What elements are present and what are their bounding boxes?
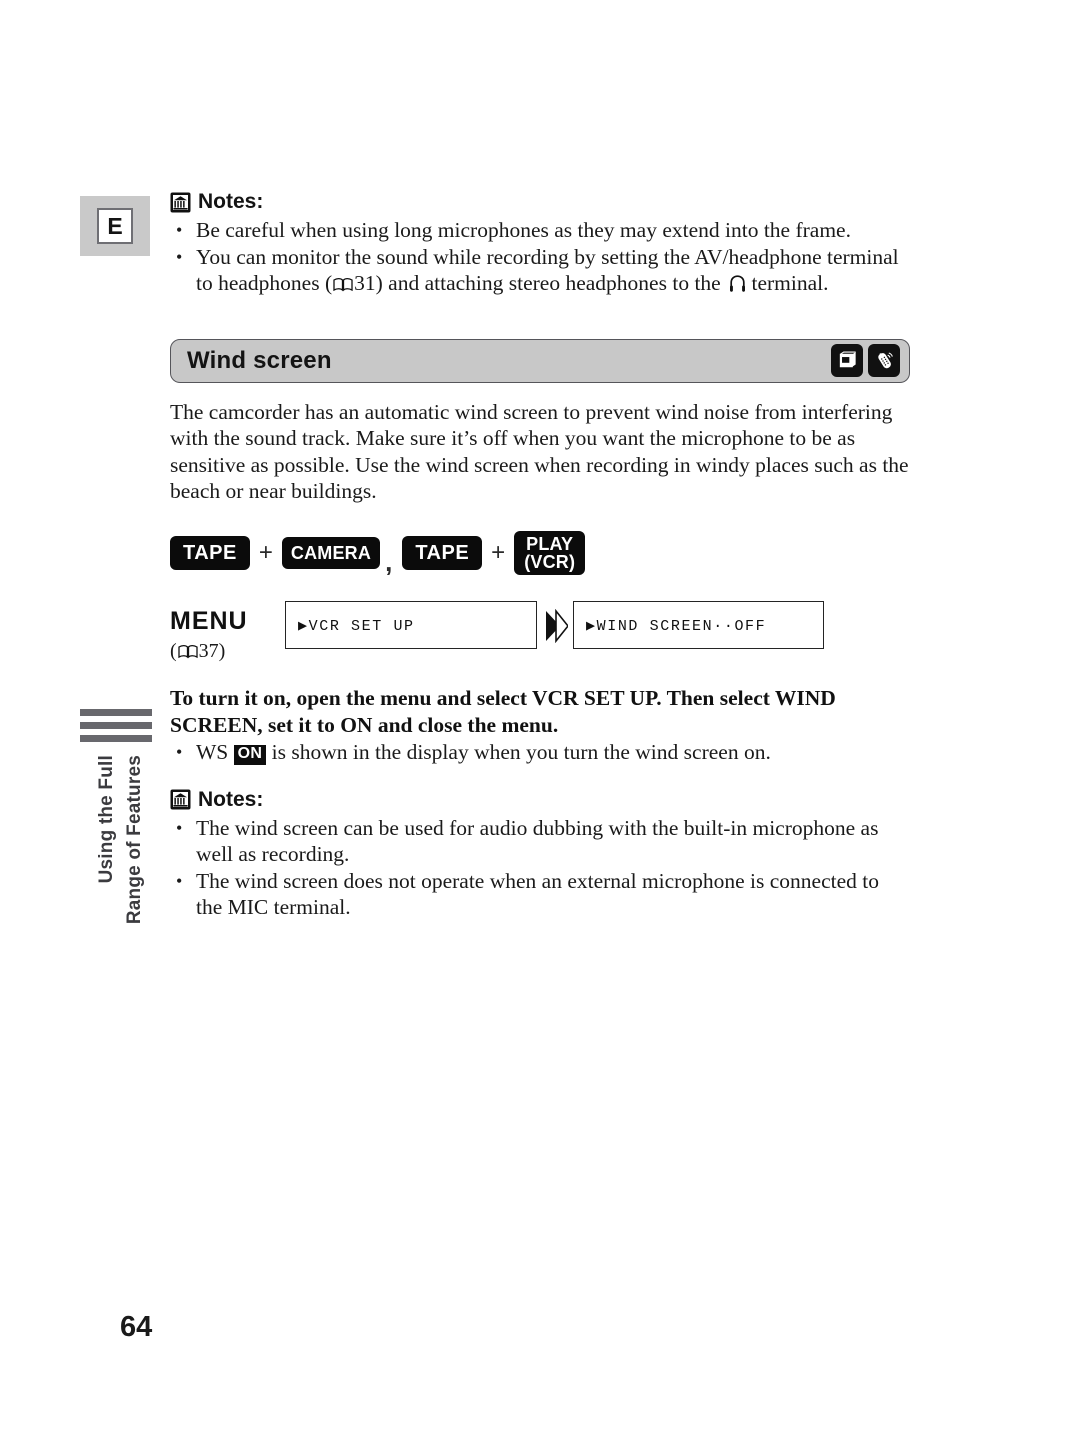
notes-bottom-list: The wind screen can be used for audio du… <box>170 815 910 921</box>
notes-heading-bottom: Notes: <box>170 788 910 812</box>
chapter-label: Using the Full Range of Features <box>96 755 158 955</box>
page-content: Notes: Be careful when using long microp… <box>170 190 910 921</box>
chip-vcr-label: (VCR) <box>524 551 576 572</box>
flow-arrow-icon <box>537 601 573 650</box>
ref-page-number: 37 <box>198 640 219 663</box>
chip-camera: CAMERA <box>281 536 381 570</box>
menu-label-group: MENU (37) <box>170 601 285 663</box>
chapter-bar <box>80 709 152 716</box>
ws-suffix: is shown in the display when you turn th… <box>271 740 771 765</box>
ref-close-paren: ) <box>218 640 226 663</box>
list-item: The wind screen does not operate when an… <box>170 868 910 921</box>
list-item: Be careful when using long microphones a… <box>170 217 910 244</box>
list-item: You can monitor the sound while recordin… <box>170 244 910 297</box>
book-note-icon <box>170 192 191 213</box>
chapter-bar <box>80 722 152 729</box>
instruction-note-list: WS ON is shown in the display when you t… <box>170 739 910 766</box>
list-item: WS ON is shown in the display when you t… <box>170 739 910 766</box>
book-page-ref-icon <box>333 272 353 292</box>
menu-button-label: MENU <box>170 607 248 636</box>
chapter-label-line1: Using the Full <box>96 755 117 884</box>
chapter-label-line2: Range of Features <box>124 755 145 925</box>
note-text: Be careful when using long microphones a… <box>196 218 851 242</box>
notes-heading-label: Notes: <box>198 787 264 811</box>
book-note-icon <box>170 789 191 810</box>
note-text: ) and attaching stereo headphones to the <box>375 271 727 295</box>
list-item: The wind screen can be used for audio du… <box>170 815 910 868</box>
section-header: Wind screen <box>170 338 910 383</box>
manual-page: E Using the Full Range of Features Notes… <box>0 0 1080 1443</box>
instruction-text: To turn it on, open the menu and select … <box>170 685 910 739</box>
instruction-line1: To turn it on, open the menu and select … <box>170 686 836 711</box>
page-title: Wind screen <box>187 346 332 374</box>
headphone-symbol-icon <box>729 273 746 292</box>
instruction-line2: SCREEN, set it to ON and close the menu. <box>170 713 559 738</box>
chapter-marker-bars <box>80 709 152 748</box>
notes-heading-label: Notes: <box>198 190 264 213</box>
status-badge: ON <box>233 745 267 766</box>
remote-control-icon <box>868 343 900 377</box>
book-page-ref-icon <box>178 642 198 659</box>
chip-play-vcr: PLAY (VCR) <box>514 530 586 576</box>
chip-plus-2: + <box>491 538 506 566</box>
chip-tape-2: TAPE <box>402 535 483 571</box>
language-tab-letter: E <box>97 208 133 244</box>
chip-play-label: PLAY <box>526 533 574 554</box>
chip-plus-1: + <box>258 538 273 566</box>
ref-open-paren: ( <box>170 640 177 663</box>
section-body-text: The camcorder has an automatic wind scre… <box>170 399 909 504</box>
language-tab-e: E <box>80 196 150 256</box>
menu-screen-step1: ▶VCR SET UP <box>285 601 537 650</box>
note-text: terminal. <box>746 271 829 295</box>
notes-heading-top: Notes: <box>170 190 910 214</box>
note-page-number: 31 <box>354 271 376 295</box>
ws-prefix: WS <box>196 740 229 765</box>
section-mode-icons <box>831 343 900 377</box>
tape-cassette-icon <box>831 343 863 377</box>
mode-chip-row: TAPE + CAMERA , TAPE + PLAY (VCR) <box>170 530 910 578</box>
menu-screen-step2: ▶WIND SCREEN··OFF <box>573 601 824 650</box>
menu-flow: MENU (37) ▶VCR SET UP ▶WIND SCREEN··OFF <box>170 601 910 663</box>
chapter-bar <box>80 735 152 742</box>
page-number: 64 <box>120 1311 153 1343</box>
notes-top-list: Be careful when using long microphones a… <box>170 217 910 297</box>
chip-tape-1: TAPE <box>170 535 250 571</box>
chip-separator: , <box>385 547 393 578</box>
menu-page-reference: (37) <box>170 640 285 663</box>
